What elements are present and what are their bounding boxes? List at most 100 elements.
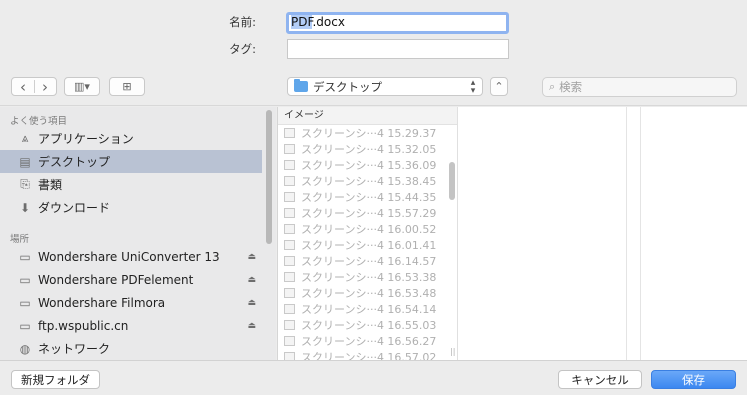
image-thumbnail-icon <box>284 160 295 170</box>
drive-icon: ▭ <box>19 295 31 310</box>
sidebar-scrollbar[interactable] <box>266 110 272 244</box>
bottom-bar: 新規フォルダ キャンセル 保存 <box>0 360 747 395</box>
image-thumbnail-icon <box>284 192 295 202</box>
file-row[interactable]: スクリーンシ···4 16.53.38 <box>278 269 457 285</box>
eject-icon[interactable]: ⏏ <box>247 321 256 331</box>
documents-icon: ⎘ <box>20 177 30 191</box>
sidebar-item-ftp[interactable]: ▭ ftp.wspublic.cn ⏏ <box>0 314 262 337</box>
view-mode-button[interactable]: ▥▾ <box>64 77 100 96</box>
folder-icon <box>294 79 308 92</box>
file-name: スクリーンシ···4 16.55.03 <box>301 319 437 332</box>
image-thumbnail-icon <box>284 352 295 360</box>
sidebar-item-uniconverter[interactable]: ▭ Wondershare UniConverter 13 ⏏ <box>0 245 262 268</box>
drive-icon: ▭ <box>19 272 31 287</box>
file-row[interactable]: スクリーンシ···4 16.00.52 <box>278 221 457 237</box>
file-row[interactable]: スクリーンシ···4 15.38.45 <box>278 173 457 189</box>
network-icon: ◍ <box>19 341 31 356</box>
server-icon: ▭ <box>19 318 31 333</box>
sidebar-item-desktop[interactable]: ▤ デスクトップ <box>0 150 262 173</box>
image-thumbnail-icon <box>284 272 295 282</box>
image-thumbnail-icon <box>284 240 295 250</box>
favorites-header: よく使う項目 <box>10 116 68 127</box>
file-name: スクリーンシ···4 15.38.45 <box>301 175 437 188</box>
sidebar-item-label: ftp.wspublic.cn <box>38 318 129 333</box>
file-row[interactable]: スクリーンシ···4 16.57.02 <box>278 349 457 360</box>
sidebar-item-downloads[interactable]: ⬇ ダウンロード <box>0 196 262 219</box>
file-row[interactable]: スクリーンシ···4 15.44.35 <box>278 189 457 205</box>
downloads-icon: ⬇ <box>19 200 31 215</box>
tags-row: タグ: <box>206 39 256 59</box>
sidebar-item-label: アプリケーション <box>38 132 134 146</box>
file-row[interactable]: スクリーンシ···4 15.29.37 <box>278 125 457 141</box>
save-button[interactable]: 保存 <box>651 370 736 389</box>
file-list: スクリーンシ···4 15.29.37 スクリーンシ···4 15.32.05 スク… <box>278 125 457 360</box>
column-view-icon: ▥▾ <box>74 80 90 93</box>
eject-icon[interactable]: ⏏ <box>247 252 256 262</box>
file-row[interactable]: スクリーンシ···4 15.36.09 <box>278 157 457 173</box>
toolbar: ‹ › ▥▾ ⊞ デスクトップ ▴ ▾ ⌃ ⌕ 検索 <box>0 68 747 106</box>
filename-extension: .docx <box>312 15 345 29</box>
file-name: スクリーンシ···4 16.57.02 <box>301 351 437 360</box>
new-folder-toolbar-button[interactable]: ⊞ <box>109 77 145 96</box>
file-row[interactable]: スクリーンシ···4 16.14.57 <box>278 253 457 269</box>
filename-field[interactable]: PDF.docx <box>286 12 509 34</box>
file-name: スクリーンシ···4 16.01.41 <box>301 239 437 252</box>
sidebar-item-documents[interactable]: ⎘ 書類 <box>0 173 262 196</box>
back-forward-control: ‹ › <box>11 77 57 96</box>
file-row[interactable]: スクリーンシ···4 15.32.05 <box>278 141 457 157</box>
image-thumbnail-icon <box>284 256 295 266</box>
sidebar-item-pdfelement[interactable]: ▭ Wondershare PDFelement ⏏ <box>0 268 262 291</box>
file-column: イメージ スクリーンシ···4 15.29.37 スクリーンシ···4 15.32… <box>277 107 458 360</box>
file-row[interactable]: スクリーンシ···4 16.53.48 <box>278 285 457 301</box>
new-folder-button[interactable]: 新規フォルダ <box>11 370 100 389</box>
location-label: デスクトップ <box>313 79 382 94</box>
updown-arrows-icon: ▴ ▾ <box>470 77 476 96</box>
file-row[interactable]: スクリーンシ···4 16.56.27 <box>278 333 457 349</box>
file-name: スクリーンシ···4 15.36.09 <box>301 159 437 172</box>
name-label: 名前: <box>229 15 256 29</box>
tags-label: タグ: <box>229 42 256 56</box>
places-header: 場所 <box>10 234 30 245</box>
image-thumbnail-icon <box>284 144 295 154</box>
file-name: スクリーンシ···4 16.53.48 <box>301 287 437 300</box>
sidebar-item-network[interactable]: ◍ ネットワーク <box>0 337 262 360</box>
search-field[interactable]: ⌕ 検索 <box>542 77 737 97</box>
sidebar-item-label: デスクトップ <box>38 155 111 169</box>
column-resize-handle[interactable]: || <box>450 347 455 356</box>
file-name: スクリーンシ···4 15.29.37 <box>301 127 437 140</box>
file-column-scrollbar[interactable] <box>449 162 455 200</box>
file-row[interactable]: スクリーンシ···4 16.01.41 <box>278 237 457 253</box>
applications-icon: ⩓ <box>21 131 29 145</box>
empty-column <box>627 107 641 360</box>
collapse-button[interactable]: ⌃ <box>490 77 508 96</box>
filename-selected-text: PDF <box>291 15 313 29</box>
save-form: 名前: PDF.docx タグ: <box>0 0 747 68</box>
location-popup[interactable]: デスクトップ ▴ ▾ <box>287 77 483 96</box>
file-name: スクリーンシ···4 16.56.27 <box>301 335 437 348</box>
eject-icon[interactable]: ⏏ <box>247 298 256 308</box>
sidebar-item-applications[interactable]: ⩓ アプリケーション <box>0 127 262 150</box>
tags-field[interactable] <box>287 39 509 59</box>
back-icon[interactable]: ‹ <box>12 78 34 96</box>
file-row[interactable]: スクリーンシ···4 16.54.14 <box>278 301 457 317</box>
desktop-icon: ▤ <box>19 154 31 169</box>
sidebar-item-label: ネットワーク <box>38 342 111 356</box>
forward-icon[interactable]: › <box>34 78 56 96</box>
sidebar-item-filmora[interactable]: ▭ Wondershare Filmora ⏏ <box>0 291 262 314</box>
file-row[interactable]: スクリーンシ···4 16.55.03 <box>278 317 457 333</box>
image-thumbnail-icon <box>284 224 295 234</box>
file-row[interactable]: スクリーンシ···4 15.57.29 <box>278 205 457 221</box>
file-name: スクリーンシ···4 15.57.29 <box>301 207 437 220</box>
sidebar-item-label: Wondershare UniConverter 13 <box>38 249 220 264</box>
image-thumbnail-icon <box>284 320 295 330</box>
sidebar-item-label: Wondershare PDFelement <box>38 272 194 287</box>
image-thumbnail-icon <box>284 304 295 314</box>
sidebar: よく使う項目 ⩓ アプリケーション ▤ デスクトップ ⎘ 書類 ⬇ ダウンロード… <box>0 107 276 360</box>
search-placeholder: 検索 <box>559 80 583 94</box>
eject-icon[interactable]: ⏏ <box>247 275 256 285</box>
column-header: イメージ <box>278 107 457 125</box>
sidebar-item-label: 書類 <box>38 178 63 192</box>
file-name: スクリーンシ···4 16.14.57 <box>301 255 437 268</box>
cancel-button[interactable]: キャンセル <box>558 370 642 389</box>
new-folder-icon: ⊞ <box>122 80 132 93</box>
